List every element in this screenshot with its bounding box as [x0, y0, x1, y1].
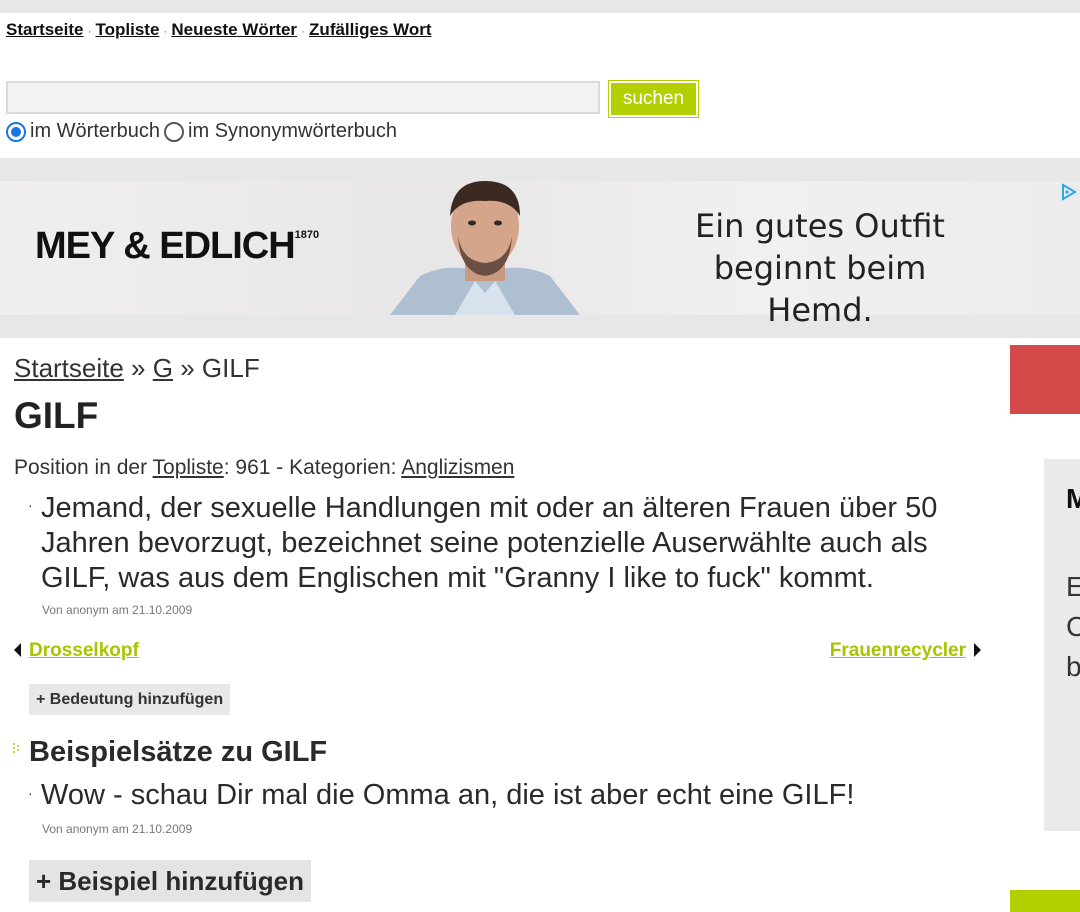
radio-synonymwoerterbuch-label[interactable]: im Synonymwörterbuch — [188, 120, 397, 143]
definition-bullet: · — [28, 497, 33, 513]
top-navigation: Startseite · Topliste · Neueste Wörter · Zufäl… — [6, 20, 432, 40]
breadcrumb: Startseite » G » GILF — [14, 353, 260, 383]
example-sentence: Wow - schau Dir mal die Omma an, die ist… — [41, 779, 855, 811]
definition-text: Jemand, der sexuelle Handlungen mit oder… — [41, 492, 938, 594]
nav-separator: · — [87, 24, 92, 38]
nav-separator: · — [163, 24, 168, 38]
next-word-link[interactable]: Frauenrecycler — [830, 640, 966, 661]
ad-model-image[interactable] — [380, 181, 590, 315]
nav-neueste-woerter-link[interactable]: Neueste Wörter — [171, 20, 297, 39]
search-input[interactable] — [6, 81, 600, 114]
sidebar-box: M E C b — [1044, 459, 1080, 831]
sidebar-box-line: E — [1066, 571, 1080, 602]
next-word-nav: Frauenrecycler — [830, 640, 981, 662]
arrow-left-icon — [14, 643, 21, 657]
arrow-right-icon — [974, 643, 981, 657]
breadcrumb-home-link[interactable]: Startseite — [14, 353, 124, 383]
top-strip — [0, 0, 1080, 13]
nav-topliste-link[interactable]: Topliste — [95, 20, 159, 39]
nav-startseite-link[interactable]: Startseite — [6, 20, 83, 39]
ad-choices-icon[interactable] — [1058, 182, 1078, 202]
page-title: GILF — [14, 395, 99, 436]
entry-meta: Position in der Topliste: 961 - Kategori… — [14, 456, 515, 479]
sidebar-green-bar[interactable] — [1010, 890, 1080, 912]
nav-zufaelliges-wort-link[interactable]: Zufälliges Wort — [309, 20, 431, 39]
add-example-button[interactable]: + Beispiel hinzufügen — [29, 860, 311, 902]
search-scope-options: im Wörterbuch im Synonymwörterbuch — [6, 120, 397, 143]
topliste-link[interactable]: Topliste — [153, 456, 224, 479]
prev-word-link[interactable]: Drosselkopf — [29, 640, 139, 661]
nav-separator: · — [301, 24, 306, 38]
radio-synonymwoerterbuch[interactable] — [164, 121, 185, 142]
sidebar-box-title: M — [1066, 483, 1080, 514]
radio-woerterbuch[interactable] — [6, 121, 26, 142]
dotted-marker-icon — [13, 743, 19, 753]
radio-woerterbuch-label[interactable]: im Wörterbuch — [30, 120, 160, 143]
add-meaning-button[interactable]: + Bedeutung hinzufügen — [29, 684, 231, 715]
example-bullet: · — [28, 785, 33, 801]
ad-brand-logo[interactable]: MEY & EDLICH1870 — [35, 225, 319, 268]
sidebar-red-banner[interactable] — [1010, 345, 1080, 414]
search-button[interactable]: suchen — [609, 81, 698, 117]
prev-word-nav: Drosselkopf — [14, 640, 139, 662]
sidebar-box-line: C — [1066, 611, 1080, 642]
example-author: Von anonym am 21.10.2009 — [42, 822, 193, 836]
sidebar-box-line: b — [1066, 651, 1080, 682]
category-link[interactable]: Anglizismen — [401, 456, 514, 479]
ad-slogan[interactable]: Ein gutes Outfit beginnt beim Hemd. — [660, 205, 980, 331]
examples-heading: Beispielsätze zu GILF — [29, 736, 328, 768]
breadcrumb-current: GILF — [201, 353, 260, 383]
definition-author: Von anonym am 21.10.2009 — [42, 603, 193, 617]
breadcrumb-letter-link[interactable]: G — [153, 353, 173, 383]
